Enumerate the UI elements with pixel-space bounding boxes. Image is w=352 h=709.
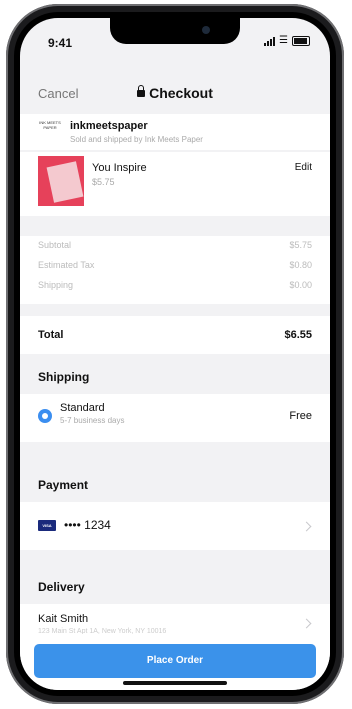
total-value: $6.55 — [284, 329, 312, 341]
price-summary: Subtotal $5.75 Estimated Tax $0.80 Shippin… — [20, 236, 330, 304]
page-title-text: Checkout — [149, 85, 213, 101]
status-icons: ☰ — [264, 35, 310, 46]
wifi-icon: ☰ — [279, 35, 288, 46]
lock-icon — [137, 85, 146, 97]
battery-icon — [292, 35, 310, 46]
home-indicator[interactable] — [123, 681, 227, 685]
summary-label: Estimated Tax — [38, 260, 95, 270]
seller-name: inkmeetspaper — [70, 120, 148, 132]
summary-row-tax: Estimated Tax $0.80 — [38, 260, 312, 276]
chevron-right-icon — [301, 618, 312, 629]
seller-subtitle: Sold and shipped by Ink Meets Paper — [70, 135, 203, 144]
shipping-section-title: Shipping — [38, 370, 90, 384]
delivery-section-title: Delivery — [38, 580, 85, 594]
payment-section-title: Payment — [38, 478, 89, 492]
screen: 9:41 ☰ Cancel Checkout INK MEETS PAPER i… — [20, 18, 330, 690]
notch — [110, 18, 240, 44]
card-number: •••• 1234 — [64, 518, 111, 532]
shipping-option-name: Standard — [60, 402, 105, 414]
payment-method[interactable]: VISA •••• 1234 — [20, 502, 330, 550]
shipping-option-detail: 5-7 business days — [60, 416, 125, 425]
radio-selected-icon[interactable] — [38, 409, 52, 423]
seller-logo: INK MEETS PAPER — [39, 120, 61, 130]
total-row: Total $6.55 — [20, 316, 330, 354]
delivery-address[interactable]: Kait Smith 123 Main St Apt 1A, New York,… — [20, 604, 330, 635]
seller-card: INK MEETS PAPER inkmeetspaper Sold and s… — [20, 114, 330, 150]
page-title: Checkout — [20, 85, 330, 101]
summary-label: Shipping — [38, 280, 74, 290]
summary-row-shipping: Shipping $0.00 — [38, 280, 312, 296]
phone-frame: 9:41 ☰ Cancel Checkout INK MEETS PAPER i… — [6, 4, 344, 704]
delivery-name: Kait Smith — [38, 613, 89, 625]
product-card: You Inspire $5.75 Edit — [20, 152, 330, 216]
chevron-right-icon — [301, 521, 312, 532]
product-thumbnail — [38, 156, 84, 206]
summary-value: $0.00 — [289, 280, 312, 290]
place-order-button[interactable]: Place Order — [34, 644, 316, 678]
signal-icon — [264, 36, 276, 46]
nav-bar: Cancel Checkout — [20, 82, 330, 112]
product-name: You Inspire — [92, 162, 147, 174]
shipping-option-price: Free — [289, 410, 312, 422]
shipping-option[interactable]: Standard 5-7 business days Free — [20, 394, 330, 442]
total-label: Total — [38, 329, 64, 341]
summary-value: $0.80 — [289, 260, 312, 270]
summary-row-subtotal: Subtotal $5.75 — [38, 240, 312, 256]
edit-button[interactable]: Edit — [295, 162, 312, 173]
status-time: 9:41 — [48, 36, 73, 50]
product-thumbnail-card — [46, 161, 84, 203]
camera-icon — [202, 26, 210, 34]
summary-value: $5.75 — [289, 240, 312, 250]
product-price: $5.75 — [92, 177, 115, 187]
visa-card-icon: VISA — [38, 520, 56, 531]
summary-label: Subtotal — [38, 240, 72, 250]
